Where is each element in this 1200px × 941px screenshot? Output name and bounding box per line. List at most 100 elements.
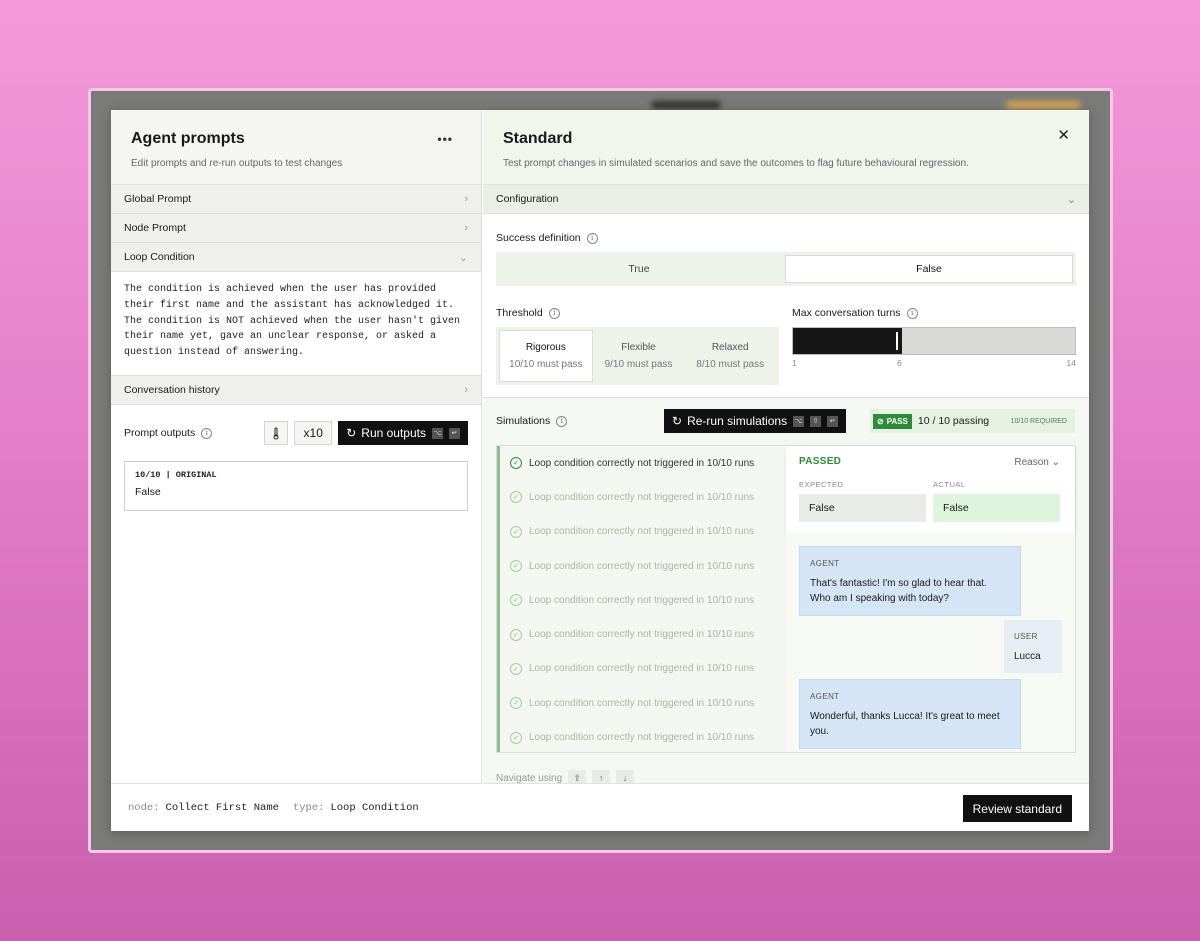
required-count: 10/10 REQUIRED	[1010, 417, 1067, 425]
success-definition-label: Success definition i	[496, 232, 598, 244]
prompt-outputs-label: Prompt outputs i	[124, 427, 258, 439]
right-footer: Review standard	[483, 783, 1089, 831]
thermometer-icon	[273, 427, 279, 439]
output-card[interactable]: 10/10 | ORIGINAL False	[124, 461, 468, 511]
slider-handle[interactable]	[895, 332, 898, 350]
simulation-label: Loop condition correctly not triggered i…	[529, 663, 755, 675]
message-text: That's fantastic! I'm so glad to hear th…	[810, 578, 987, 604]
enter-key-icon: ↵	[827, 415, 839, 427]
enter-key-icon: ↵	[449, 427, 460, 439]
info-icon[interactable]: i	[201, 427, 213, 439]
type-value: Loop Condition	[330, 801, 419, 814]
type-key: type:	[292, 801, 325, 814]
run-count-button[interactable]: x10	[294, 421, 333, 445]
more-dots-icon[interactable]: •••	[437, 132, 453, 146]
section-conversation-history[interactable]: Conversation history ›	[111, 376, 481, 405]
simulations-toolbar: Simulations i ↻ Re-run simulations ⌥ ⇧ ↵ ⊘…	[483, 398, 1089, 444]
output-header: 10/10 | ORIGINAL	[135, 470, 217, 480]
chevron-right-icon: ›	[464, 384, 468, 396]
threshold-flexible[interactable]: Flexible 9/10 must pass	[593, 330, 685, 382]
check-circle-icon: ✓	[510, 560, 522, 573]
section-label: Loop Condition	[124, 251, 195, 263]
threshold-label: Threshold i	[496, 307, 560, 319]
simulation-item[interactable]: ✓ Loop condition correctly not triggered …	[500, 617, 786, 651]
check-circle-icon: ✓	[510, 731, 522, 744]
message-role: AGENT	[810, 559, 840, 568]
simulation-item[interactable]: ✓ Loop condition correctly not triggered …	[500, 652, 786, 686]
simulation-item[interactable]: ✓ Loop condition correctly not triggered …	[500, 549, 786, 583]
conversation-transcript: AGENT That's fantastic! I'm so glad to h…	[786, 532, 1075, 752]
tick-value: 6	[897, 358, 902, 368]
prompt-outputs-toolbar: Prompt outputs i x10 ↻ Run outputs ⌥ ↵	[111, 405, 481, 461]
panel-title: Agent prompts	[131, 130, 245, 147]
blurred-background-element	[651, 101, 721, 109]
user-message: USER Lucca	[1004, 620, 1062, 673]
label-text: Threshold	[496, 307, 543, 319]
success-option-true[interactable]: True	[496, 252, 782, 286]
run-outputs-button[interactable]: ↻ Run outputs ⌥ ↵	[338, 421, 468, 445]
reason-dropdown[interactable]: Reason ⌄	[1014, 457, 1060, 468]
slider-fill	[793, 328, 902, 354]
info-icon[interactable]: i	[556, 415, 568, 427]
blurred-background-element	[1006, 101, 1081, 109]
check-circle-icon: ⊘	[877, 416, 884, 426]
simulation-detail: PASSED Reason ⌄ EXPECTED ACTUAL False Fa…	[786, 446, 1075, 752]
info-icon[interactable]: i	[586, 232, 598, 244]
simulations-label: Simulations i	[496, 415, 568, 427]
section-node-prompt[interactable]: Node Prompt ›	[111, 214, 481, 243]
tick-min: 1	[792, 358, 797, 368]
threshold-rigorous[interactable]: Rigorous 10/10 must pass	[499, 330, 593, 382]
check-circle-icon: ✓	[510, 457, 522, 470]
simulation-label: Loop condition correctly not triggered i…	[529, 491, 755, 503]
close-icon[interactable]: ✕	[1057, 126, 1070, 144]
actual-label: ACTUAL	[933, 480, 966, 489]
message-role: AGENT	[810, 692, 840, 701]
review-standard-button[interactable]: Review standard	[962, 795, 1072, 822]
info-icon[interactable]: i	[548, 307, 560, 319]
expected-label: EXPECTED	[799, 480, 844, 489]
temperature-button[interactable]	[264, 421, 289, 445]
message-text: Wonderful, thanks Lucca! It's great to m…	[810, 711, 1000, 737]
threshold-selector: Rigorous 10/10 must pass Flexible 9/10 m…	[496, 327, 779, 385]
simulation-list: ✓ Loop condition correctly not triggered …	[497, 446, 786, 752]
max-turns-slider[interactable]	[792, 327, 1076, 355]
simulation-item[interactable]: ✓ Loop condition correctly not triggered …	[500, 446, 786, 481]
option-key-icon: ⌥	[432, 427, 443, 439]
info-icon[interactable]: i	[906, 307, 918, 319]
success-option-false[interactable]: False	[785, 255, 1073, 283]
panel-subtitle: Test prompt changes in simulated scenari…	[503, 158, 969, 169]
refresh-icon: ↻	[672, 414, 683, 428]
option-desc: 8/10 must pass	[696, 359, 765, 370]
section-global-prompt[interactable]: Global Prompt ›	[111, 185, 481, 214]
simulation-item[interactable]: ✓ Loop condition correctly not triggered …	[500, 583, 786, 617]
node-value: Collect First Name	[165, 801, 279, 814]
label-text: Max conversation turns	[792, 307, 901, 319]
expected-value: False	[799, 494, 926, 522]
section-loop-condition[interactable]: Loop Condition ⌄	[111, 243, 481, 272]
configuration-panel: Success definition i True False Threshol…	[483, 214, 1089, 398]
rerun-simulations-button[interactable]: ↻ Re-run simulations ⌥ ⇧ ↵	[664, 409, 847, 433]
simulation-label: Loop condition correctly not triggered i…	[529, 560, 755, 572]
configuration-label: Configuration	[496, 193, 559, 205]
standard-modal: Agent prompts Edit prompts and re-run ou…	[111, 110, 1089, 831]
simulation-label: Loop condition correctly not triggered i…	[529, 629, 755, 641]
simulation-label: Loop condition correctly not triggered i…	[529, 594, 755, 606]
refresh-icon: ↻	[346, 426, 357, 440]
simulation-label: Loop condition correctly not triggered i…	[529, 732, 755, 744]
option-name: Rigorous	[525, 342, 566, 353]
chevron-down-icon: ⌄	[1066, 193, 1076, 206]
simulation-item[interactable]: ✓ Loop condition correctly not triggered …	[500, 720, 786, 754]
simulation-item[interactable]: ✓ Loop condition correctly not triggered …	[500, 686, 786, 720]
configuration-header[interactable]: Configuration ⌄	[483, 185, 1089, 214]
simulation-item[interactable]: ✓ Loop condition correctly not triggered …	[500, 480, 786, 514]
option-key-icon: ⌥	[793, 415, 805, 427]
message-text: Lucca	[1014, 651, 1041, 662]
shift-key-icon: ⇧	[810, 415, 822, 427]
pass-badge: ⊘ PASS	[873, 413, 912, 429]
passing-count: 10 / 10 passing	[917, 415, 990, 427]
simulation-label: Loop condition correctly not triggered i…	[529, 457, 755, 469]
loop-condition-editor[interactable]: The condition is achieved when the user …	[111, 272, 481, 376]
check-circle-icon: ✓	[510, 662, 522, 675]
simulation-item[interactable]: ✓ Loop condition correctly not triggered …	[500, 515, 786, 549]
threshold-relaxed[interactable]: Relaxed 8/10 must pass	[684, 330, 776, 382]
